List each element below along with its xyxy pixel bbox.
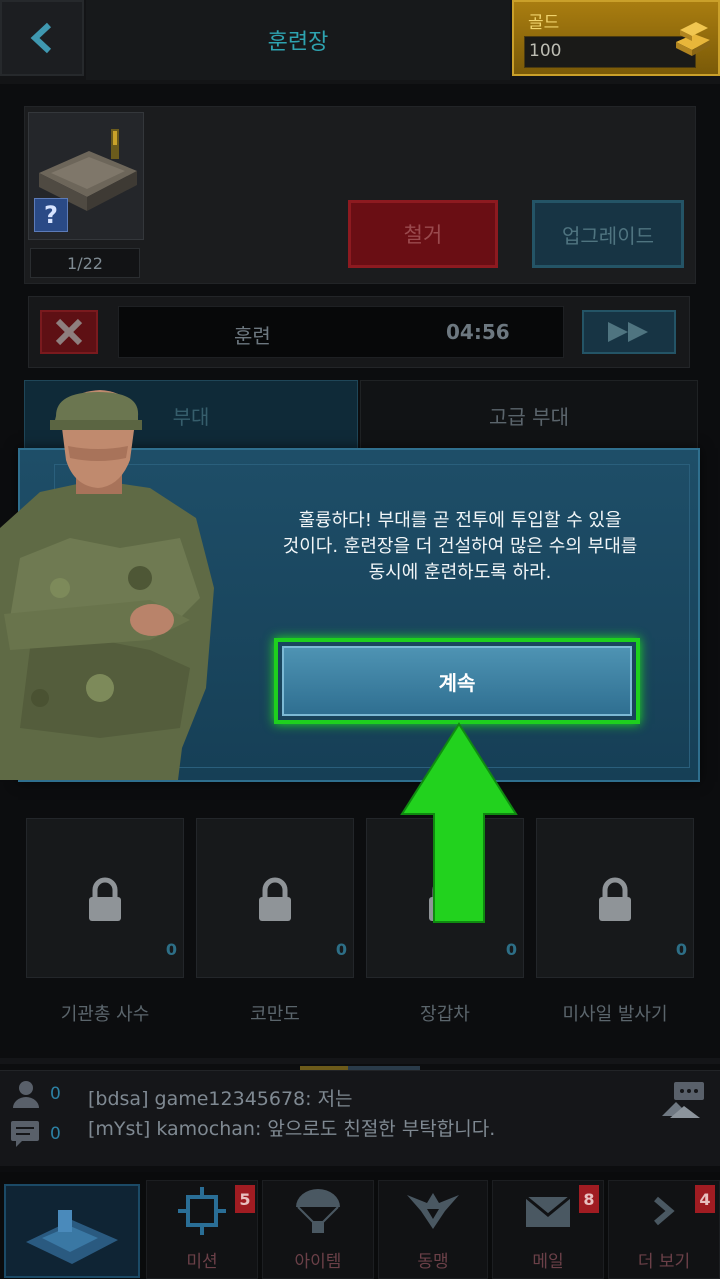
lock-icon bbox=[89, 877, 121, 921]
dialog-message-line: 것이다. 훈련장을 더 건설하여 많은 수의 부대를 bbox=[282, 536, 638, 557]
dialog-message-line: 훌륭하다! 부대를 곧 전투에 투입할 수 있을 bbox=[298, 510, 622, 531]
gold-panel[interactable]: 골드 100 bbox=[512, 0, 720, 76]
gold-value: 100 bbox=[529, 41, 562, 61]
commander-portrait bbox=[0, 390, 214, 780]
unit-name: 코만도 bbox=[250, 1004, 300, 1025]
help-icon[interactable]: ? bbox=[34, 198, 68, 232]
unit-name: 미사일 발사기 bbox=[562, 1004, 668, 1025]
mail-badge: 8 bbox=[579, 1185, 599, 1213]
online-count: 0 bbox=[50, 1084, 61, 1104]
nav-more[interactable]: 4 더 보기 bbox=[608, 1180, 720, 1279]
nav-mail[interactable]: 8 메일 bbox=[492, 1180, 604, 1279]
fast-forward-icon bbox=[608, 322, 648, 342]
tab-advanced-troops[interactable]: 고급 부대 bbox=[360, 380, 698, 450]
target-icon bbox=[178, 1187, 226, 1235]
back-arrow-icon bbox=[30, 22, 52, 54]
upgrade-button[interactable]: 업그레이드 bbox=[532, 200, 684, 268]
user-icon bbox=[13, 1081, 39, 1108]
parachute-icon bbox=[296, 1189, 340, 1233]
base-icon bbox=[26, 1210, 118, 1264]
mail-icon bbox=[525, 1195, 571, 1227]
message-count: 0 bbox=[50, 1124, 61, 1144]
gold-label: 골드 bbox=[528, 13, 560, 33]
speed-up-button[interactable] bbox=[582, 310, 676, 354]
unit-name: 기관총 사수 bbox=[60, 1004, 150, 1025]
unit-card-missile-launcher[interactable]: 0 bbox=[536, 818, 694, 978]
more-badge: 4 bbox=[695, 1185, 715, 1213]
divider bbox=[0, 1058, 720, 1064]
nav-items[interactable]: 아이템 bbox=[262, 1180, 374, 1279]
message-icon bbox=[11, 1121, 39, 1147]
page-title: 훈련장 bbox=[86, 0, 510, 80]
close-icon bbox=[55, 318, 83, 346]
eagle-icon bbox=[407, 1193, 459, 1229]
nav-alliance[interactable]: 동맹 bbox=[378, 1180, 488, 1279]
nav-label: 아이템 bbox=[294, 1252, 342, 1272]
chat-message: [mYst] kamochan: 앞으로도 친절한 부탁합니다. bbox=[88, 1118, 496, 1140]
unit-name: 장갑차 bbox=[420, 1004, 470, 1025]
dialog-message-line: 동시에 훈련하도록 하라. bbox=[368, 562, 552, 583]
nav-label: 미션 bbox=[186, 1252, 218, 1272]
unit-card-machine-gunner[interactable]: 0 bbox=[26, 818, 184, 978]
gold-value-box: 100 bbox=[524, 36, 696, 68]
unit-card-commando[interactable]: 0 bbox=[196, 818, 354, 978]
missions-badge: 5 bbox=[235, 1185, 255, 1213]
nav-label: 동맹 bbox=[417, 1252, 449, 1272]
unit-count: 0 bbox=[675, 940, 687, 959]
continue-button[interactable]: 계속 bbox=[282, 646, 632, 716]
chat-message: [bdsa] game12345678: 저는 bbox=[88, 1088, 353, 1110]
gold-bar-icon bbox=[676, 22, 710, 56]
unit-count: 0 bbox=[165, 940, 177, 959]
lock-icon bbox=[259, 877, 291, 921]
building-count: 1/22 bbox=[30, 248, 140, 278]
nav-label: 더 보기 bbox=[637, 1252, 691, 1272]
training-timer: 04:56 bbox=[446, 320, 510, 344]
chat-settings-icon[interactable] bbox=[660, 1080, 706, 1120]
tutorial-pointer-arrow bbox=[400, 722, 518, 923]
dialog-message: 훌륭하다! 부대를 곧 전투에 투입할 수 있을 것이다. 훈련장을 더 건설하… bbox=[242, 508, 678, 586]
nav-home-base[interactable] bbox=[4, 1184, 140, 1278]
demolish-button[interactable]: 철거 bbox=[348, 200, 498, 268]
nav-missions[interactable]: 5 미션 bbox=[146, 1180, 258, 1279]
training-label: 훈련 bbox=[234, 324, 271, 348]
back-button[interactable] bbox=[0, 0, 84, 76]
lock-icon bbox=[599, 877, 631, 921]
cancel-training-button[interactable] bbox=[40, 310, 98, 354]
nav-label: 메일 bbox=[532, 1252, 564, 1272]
unit-count: 0 bbox=[505, 940, 517, 959]
chevron-right-icon bbox=[654, 1196, 675, 1226]
unit-count: 0 bbox=[335, 940, 347, 959]
